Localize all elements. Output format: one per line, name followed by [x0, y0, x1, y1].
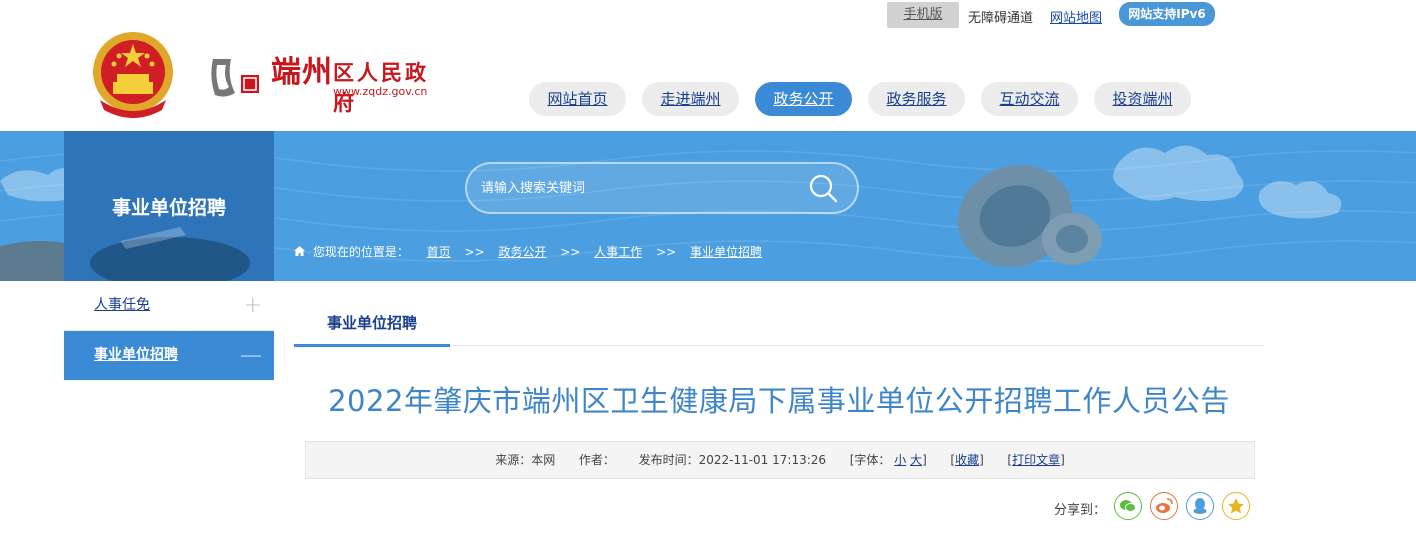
breadcrumb: 您现在的位置是： 首页 >> 政务公开 >> 人事工作 >> 事业单位招聘 [294, 243, 762, 260]
sitemap-link[interactable]: 网站地图 [1050, 7, 1102, 26]
nav-item-about-duanzhou[interactable]: 走进端州 [642, 82, 739, 116]
sidebar-item-label: 事业单位招聘 [94, 347, 178, 363]
home-icon [294, 245, 309, 259]
section-title: 事业单位招聘 [111, 197, 226, 219]
share-wechat-icon[interactable] [1114, 492, 1142, 520]
top-utility-bar: 手机版 无障碍通道 网站地图 网站支持IPv6 [0, 0, 1416, 30]
article-title: 2022年肇庆市端州区卫生健康局下属事业单位公开招聘工作人员公告 [328, 384, 1230, 418]
publish-time: 2022-11-01 17:13:26 [698, 453, 827, 467]
article-meta-bar: 来源：本网 作者： 发布时间：2022-11-01 17:13:26 [字体： … [305, 441, 1255, 479]
breadcrumb-recruitment[interactable]: 事业单位招聘 [690, 245, 762, 259]
source-label: 来源： [495, 453, 532, 467]
font-size-label: [字体： [849, 453, 891, 467]
site-logo[interactable]: 端州 区人民政府 www.zqdz.gov.cn [207, 45, 447, 115]
sidebar-item-recruitment[interactable]: 事业单位招聘 — [64, 331, 274, 380]
nav-item-invest[interactable]: 投资端州 [1094, 82, 1191, 116]
nav-item-home[interactable]: 网站首页 [529, 82, 626, 116]
breadcrumb-separator: >> [560, 245, 581, 259]
logo-name-big: 端州 [271, 55, 333, 90]
font-small-link[interactable]: 小 [894, 453, 906, 467]
breadcrumb-separator: >> [464, 245, 485, 259]
breadcrumb-gov-affairs[interactable]: 政务公开 [498, 245, 546, 259]
accessibility-link[interactable]: 无障碍通道 [968, 7, 1033, 26]
author-label: 作者： [578, 453, 615, 467]
share-qq-icon[interactable] [1186, 492, 1214, 520]
breadcrumb-label: 您现在的位置是： [312, 245, 409, 259]
sidebar-item-appointments[interactable]: 人事任免 + [64, 281, 274, 331]
inkstone-seal-icon [207, 53, 263, 101]
search-icon[interactable] [807, 172, 839, 204]
source-value: 本网 [531, 453, 556, 467]
tab-recruitment[interactable]: 事业单位招聘 [294, 306, 450, 346]
nav-item-gov-affairs[interactable]: 政务公开 [755, 82, 852, 116]
tab-active-indicator [294, 344, 450, 347]
logo-url: www.zqdz.gov.cn [333, 85, 428, 98]
font-large-link[interactable]: 大 [910, 453, 922, 467]
section-title-panel: 事业单位招聘 [64, 131, 274, 281]
font-size-bracket: ] [922, 453, 927, 467]
print-article-link[interactable]: 打印文章 [1012, 453, 1060, 467]
expand-plus-icon[interactable]: + [244, 281, 262, 330]
search-input[interactable] [479, 174, 793, 202]
ipv6-badge[interactable]: 网站支持IPv6 [1119, 2, 1215, 26]
breadcrumb-home[interactable]: 首页 [427, 245, 451, 259]
sidebar-item-label: 人事任免 [94, 297, 150, 313]
mobile-version-button[interactable]: 手机版 [887, 2, 959, 28]
breadcrumb-personnel[interactable]: 人事工作 [594, 245, 642, 259]
search-box [465, 162, 859, 214]
share-label: 分享到： [1054, 503, 1107, 518]
national-emblem-icon [90, 30, 176, 118]
share-qzone-icon[interactable] [1222, 492, 1250, 520]
nav-item-interaction[interactable]: 互动交流 [981, 82, 1078, 116]
share-weibo-icon[interactable] [1150, 492, 1178, 520]
breadcrumb-separator: >> [656, 245, 677, 259]
collapse-minus-icon[interactable]: — [240, 331, 262, 380]
favorite-link[interactable]: 收藏 [955, 453, 979, 467]
nav-item-gov-services[interactable]: 政务服务 [868, 82, 965, 116]
banner: 事业单位招聘 您现在的位置是： 首页 >> 政务公开 >> 人事工作 >> 事业… [0, 131, 1416, 281]
publish-label: 发布时间： [638, 453, 699, 467]
